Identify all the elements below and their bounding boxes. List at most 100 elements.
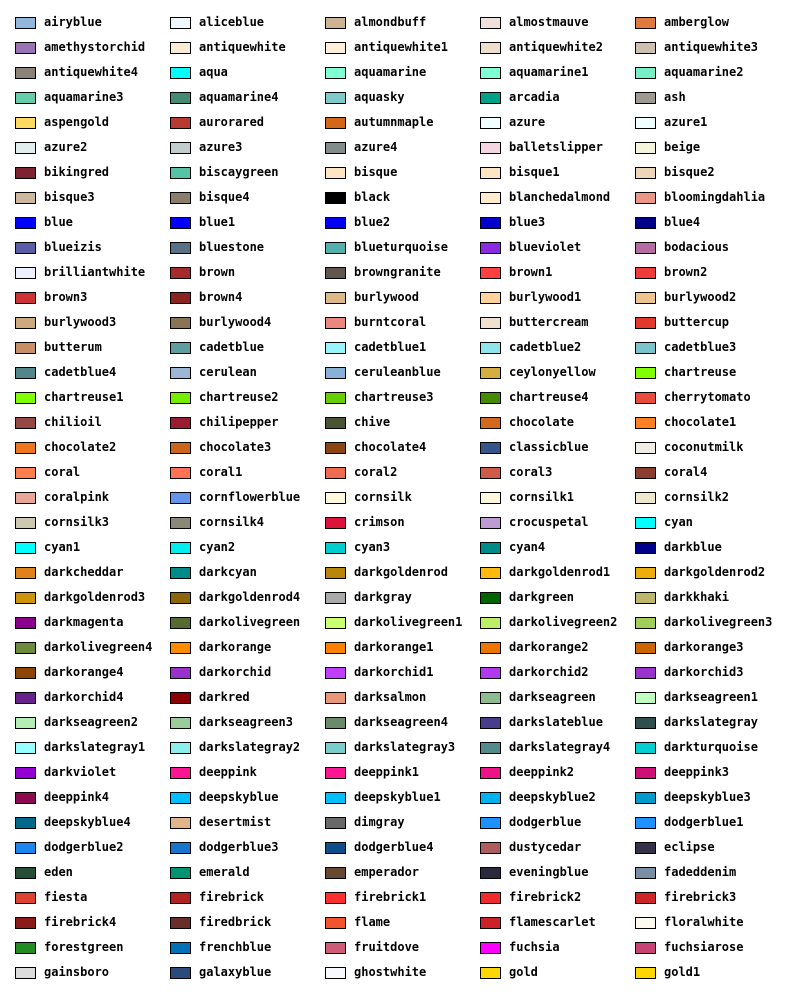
color-name-label: darkgoldenrod2 — [664, 565, 766, 579]
color-entry: deepskyblue1 — [325, 789, 475, 814]
color-entry: deepskyblue — [170, 789, 320, 814]
color-entry: brown4 — [170, 289, 320, 314]
color-swatch — [325, 17, 346, 29]
color-entry: firebrick3 — [635, 889, 785, 914]
color-entry: chocolate — [480, 414, 630, 439]
color-name-label: darkorange — [199, 640, 272, 654]
color-swatch — [480, 592, 501, 604]
color-entry: darkviolet — [15, 764, 165, 789]
color-swatch — [15, 317, 36, 329]
color-swatch — [15, 67, 36, 79]
color-entry: brilliantwhite — [15, 264, 165, 289]
color-entry: cadetblue2 — [480, 339, 630, 364]
color-name-label: darkkhaki — [664, 590, 730, 604]
color-swatch — [480, 492, 501, 504]
color-entry: black — [325, 189, 475, 214]
color-name-label: biscaygreen — [199, 165, 279, 179]
color-name-label: bisque3 — [44, 190, 95, 204]
color-name-label: antiquewhite4 — [44, 65, 138, 79]
color-swatch — [325, 967, 346, 979]
color-entry: emperador — [325, 864, 475, 889]
color-entry: chilipepper — [170, 414, 320, 439]
color-entry: azure4 — [325, 139, 475, 164]
color-swatch — [170, 417, 191, 429]
color-swatch — [15, 167, 36, 179]
color-name-label: brilliantwhite — [44, 265, 146, 279]
color-entry: firebrick1 — [325, 889, 475, 914]
color-swatch — [325, 217, 346, 229]
color-swatch — [480, 842, 501, 854]
color-swatch — [15, 367, 36, 379]
color-swatch — [635, 892, 656, 904]
color-name-label: darkcheddar — [44, 565, 124, 579]
color-swatch — [325, 867, 346, 879]
color-entry: darkseagreen — [480, 689, 630, 714]
color-entry: chocolate3 — [170, 439, 320, 464]
color-name-label: aspengold — [44, 115, 110, 129]
color-swatch — [635, 742, 656, 754]
color-swatch — [480, 892, 501, 904]
color-entry: ghostwhite — [325, 964, 475, 989]
color-swatch — [635, 567, 656, 579]
color-swatch — [635, 442, 656, 454]
color-swatch — [635, 817, 656, 829]
color-entry: darkgoldenrod4 — [170, 589, 320, 614]
color-swatch — [480, 467, 501, 479]
color-entry: darkturquoise — [635, 739, 785, 764]
color-entry: beige — [635, 139, 785, 164]
color-name-label: bodacious — [664, 240, 730, 254]
color-swatch — [325, 417, 346, 429]
color-swatch — [325, 42, 346, 54]
color-entry: darkorange2 — [480, 639, 630, 664]
color-swatch — [480, 242, 501, 254]
color-entry: azure — [480, 114, 630, 139]
color-swatch — [170, 717, 191, 729]
color-entry: darkorange — [170, 639, 320, 664]
color-swatch — [15, 392, 36, 404]
color-entry: brown2 — [635, 264, 785, 289]
color-entry: darkorchid2 — [480, 664, 630, 689]
color-swatch — [635, 67, 656, 79]
color-entry: fadeddenim — [635, 864, 785, 889]
color-entry: aqua — [170, 64, 320, 89]
color-swatch — [170, 517, 191, 529]
color-name-label: cadetblue1 — [354, 340, 427, 354]
color-name-label: brown1 — [509, 265, 553, 279]
color-name-label: darkgray — [354, 590, 412, 604]
color-swatch — [480, 442, 501, 454]
color-name-label: blueizis — [44, 240, 102, 254]
color-entry: darksalmon — [325, 689, 475, 714]
color-name-label: darkslategray3 — [354, 740, 456, 754]
color-name-label: deepskyblue2 — [509, 790, 596, 804]
color-name-label: cornsilk2 — [664, 490, 730, 504]
color-entry: deeppink — [170, 764, 320, 789]
color-swatch — [170, 217, 191, 229]
color-swatch — [325, 917, 346, 929]
color-name-label: bisque4 — [199, 190, 250, 204]
color-swatch — [325, 242, 346, 254]
color-swatch — [480, 67, 501, 79]
color-entry: coralpink — [15, 489, 165, 514]
color-swatch — [170, 642, 191, 654]
color-name-label: firebrick1 — [354, 890, 427, 904]
color-entry: cornsilk4 — [170, 514, 320, 539]
color-swatch — [480, 567, 501, 579]
color-name-label: coral1 — [199, 465, 243, 479]
color-swatch — [635, 767, 656, 779]
color-entry: emerald — [170, 864, 320, 889]
color-entry: amberglow — [635, 14, 785, 39]
color-swatch — [635, 692, 656, 704]
color-name-label: darkolivegreen4 — [44, 640, 153, 654]
color-swatch — [15, 267, 36, 279]
color-entry: flamescarlet — [480, 914, 630, 939]
color-name-label: browngranite — [354, 265, 441, 279]
color-entry: azure1 — [635, 114, 785, 139]
color-name-label: fiesta — [44, 890, 88, 904]
color-swatch — [480, 17, 501, 29]
color-entry: aquamarine1 — [480, 64, 630, 89]
color-entry: blue1 — [170, 214, 320, 239]
color-swatch — [325, 617, 346, 629]
color-name-label: gold — [509, 965, 538, 979]
color-entry: chartreuse2 — [170, 389, 320, 414]
color-swatch — [325, 767, 346, 779]
